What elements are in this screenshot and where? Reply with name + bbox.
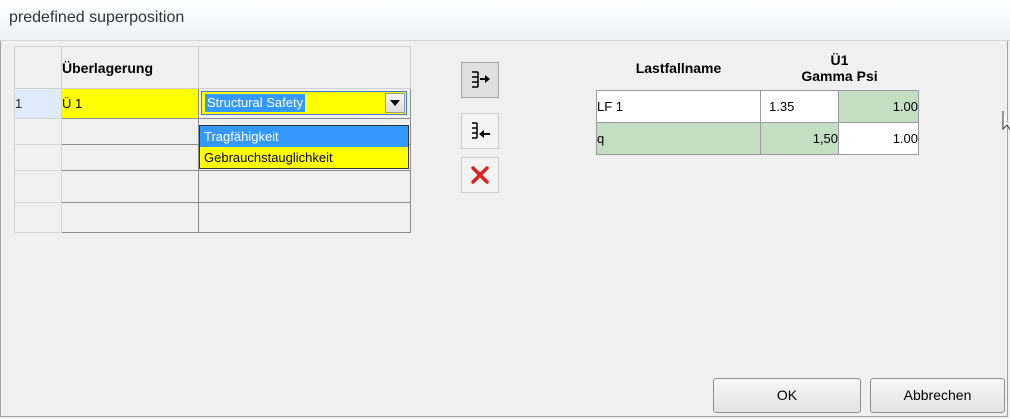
header-lastfallname: Lastfallname [596,46,761,90]
gamma-cell[interactable]: 1.35 [760,89,839,123]
combobox-value: Structural Safety [205,94,306,112]
corner-cell [14,46,62,89]
grid-cell[interactable] [61,118,199,145]
row-number[interactable] [14,144,62,171]
header-gamma: Gamma [801,67,853,84]
superposition-name-cell[interactable]: Ü 1 [61,88,199,119]
mouse-cursor-icon [1002,111,1010,131]
row-number[interactable] [14,170,62,203]
type-dropdown-list: Tragfähigkeit Gebrauchstauglichkeit [199,125,409,169]
grid-cell[interactable] [198,202,411,233]
grid-cell[interactable] [61,170,199,203]
loadcase-name-cell[interactable]: LF 1 [596,89,761,123]
row-number[interactable] [14,118,62,145]
delete-button[interactable] [461,157,499,193]
add-loadcase-button[interactable] [461,62,499,98]
loadcase-name-cell[interactable]: q [596,121,761,155]
header-u1: Ü1 [830,51,849,68]
header-u1-group: Ü1 Gamma Psi [760,46,919,90]
header-type [198,46,411,89]
grid-cell[interactable] [61,144,199,171]
title-bar: predefined superposition [0,0,1010,41]
psi-cell[interactable]: 1.00 [838,89,919,123]
row-number[interactable]: 1 [14,88,62,119]
ok-button[interactable]: OK [713,378,861,413]
type-combobox[interactable]: Structural Safety [201,91,407,115]
header-psi: Psi [856,67,878,84]
add-arrow-icon [472,71,490,88]
dropdown-arrow-button[interactable] [385,93,405,113]
header-ueberlagerung: Überlagerung [61,46,199,89]
window-title: predefined superposition [9,9,185,26]
loadcase-grid: Lastfallname Ü1 Gamma Psi LF 1 1.35 1.00… [596,46,919,155]
header-gamma-psi: Gamma Psi [761,68,919,84]
remove-arrow-icon [472,122,490,139]
superposition-type-cell[interactable]: Structural Safety [198,88,411,119]
chevron-down-icon [390,100,400,106]
gamma-cell[interactable]: 1,50 [760,121,839,155]
delete-x-icon [471,166,489,184]
remove-loadcase-button[interactable] [461,113,499,149]
psi-cell[interactable]: 1.00 [838,121,919,155]
grid-cell[interactable] [61,202,199,233]
cancel-button[interactable]: Abbrechen [870,378,1005,413]
grid-cell[interactable] [198,170,411,203]
dropdown-option-tragfaehigkeit[interactable]: Tragfähigkeit [200,126,408,147]
row-number[interactable] [14,202,62,233]
dropdown-option-gebrauchstauglichkeit[interactable]: Gebrauchstauglichkeit [200,147,408,168]
